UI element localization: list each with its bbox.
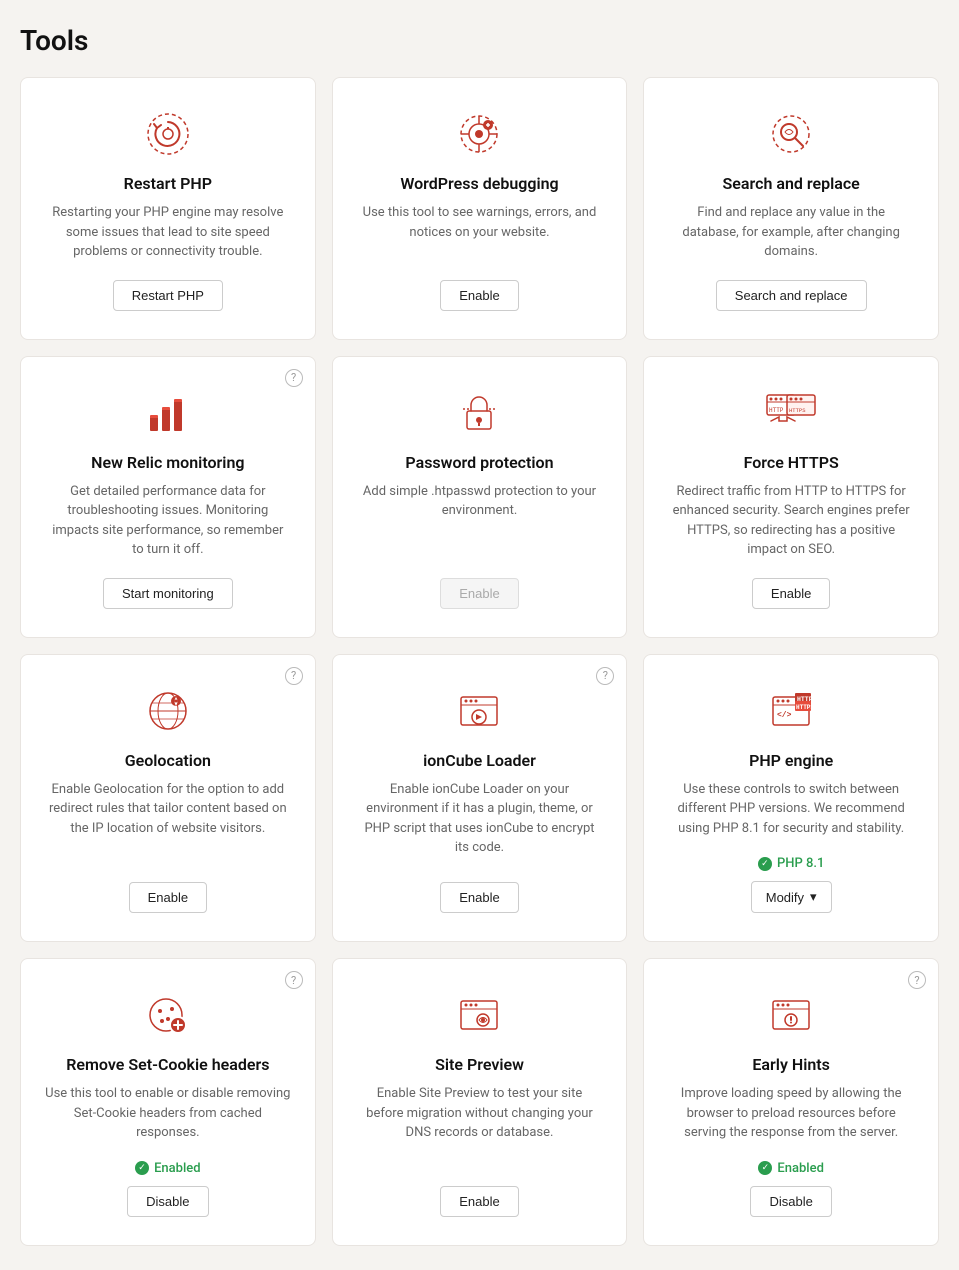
card-password-protection: Password protection Add simple .htpasswd… — [332, 356, 628, 638]
new-relic-desc: Get detailed performance data for troubl… — [45, 482, 291, 560]
ioncube-desc: Enable ionCube Loader on your environmen… — [357, 780, 603, 865]
password-protection-icon — [453, 387, 505, 439]
ioncube-title: ionCube Loader — [423, 751, 536, 770]
force-https-title: Force HTTPS — [744, 453, 839, 472]
svg-text:</>: </> — [777, 711, 792, 720]
early-hints-status-dot — [758, 1161, 772, 1175]
geolocation-icon — [142, 685, 194, 737]
svg-text:HTTP: HTTP — [769, 407, 784, 414]
remove-cookie-button[interactable]: Disable — [127, 1186, 208, 1217]
early-hints-icon — [765, 989, 817, 1041]
remove-cookie-desc: Use this tool to enable or disable remov… — [45, 1084, 291, 1143]
password-protection-desc: Add simple .htpasswd protection to your … — [357, 482, 603, 560]
php-engine-desc: Use these controls to switch between dif… — [668, 780, 914, 839]
php-version-status: PHP 8.1 — [758, 856, 824, 871]
search-replace-desc: Find and replace any value in the databa… — [668, 203, 914, 262]
modify-button-label: Modify — [766, 890, 804, 905]
svg-text:HTTPS: HTTPS — [789, 407, 806, 414]
geolocation-info-icon[interactable]: ? — [285, 667, 303, 685]
search-replace-icon — [765, 108, 817, 160]
remove-cookie-status: Enabled — [135, 1161, 201, 1176]
force-https-icon: HTTP HTTPS — [765, 387, 817, 439]
wordpress-debugging-button[interactable]: Enable — [440, 280, 518, 311]
geolocation-title: Geolocation — [125, 751, 211, 770]
early-hints-info-icon[interactable]: ? — [908, 971, 926, 989]
chevron-down-icon: ▾ — [810, 889, 817, 905]
remove-cookie-status-label: Enabled — [154, 1161, 201, 1176]
card-restart-php: Restart PHP Restarting your PHP engine m… — [20, 77, 316, 340]
php-engine-title: PHP engine — [749, 751, 833, 770]
ioncube-info-icon[interactable]: ? — [596, 667, 614, 685]
early-hints-button[interactable]: Disable — [750, 1186, 831, 1217]
wordpress-debugging-icon — [453, 108, 505, 160]
early-hints-title: Early Hints — [752, 1055, 829, 1074]
card-php-engine: HTTP </> HTTPS PHP engine Use these cont… — [643, 654, 939, 943]
remove-cookie-icon — [142, 989, 194, 1041]
password-protection-title: Password protection — [405, 453, 553, 472]
geolocation-desc: Enable Geolocation for the option to add… — [45, 780, 291, 865]
card-early-hints: ? Early Hints Improve loading speed by a… — [643, 958, 939, 1246]
remove-cookie-title: Remove Set-Cookie headers — [66, 1055, 269, 1074]
restart-php-icon — [142, 108, 194, 160]
site-preview-icon — [453, 989, 505, 1041]
restart-php-desc: Restarting your PHP engine may resolve s… — [45, 203, 291, 262]
card-search-replace: Search and replace Find and replace any … — [643, 77, 939, 340]
new-relic-button[interactable]: Start monitoring — [103, 578, 233, 609]
search-replace-title: Search and replace — [723, 174, 860, 193]
geolocation-button[interactable]: Enable — [129, 882, 207, 913]
ioncube-loader-icon — [453, 685, 505, 737]
force-https-desc: Redirect traffic from HTTP to HTTPS for … — [668, 482, 914, 560]
card-site-preview: Site Preview Enable Site Preview to test… — [332, 958, 628, 1246]
force-https-button[interactable]: Enable — [752, 578, 830, 609]
early-hints-desc: Improve loading speed by allowing the br… — [668, 1084, 914, 1143]
wordpress-debugging-title: WordPress debugging — [400, 174, 558, 193]
restart-php-button[interactable]: Restart PHP — [113, 280, 223, 311]
password-protection-button: Enable — [440, 578, 518, 609]
new-relic-icon — [142, 387, 194, 439]
card-geolocation: ? Geolocation Enable Geolocation for the… — [20, 654, 316, 943]
php-engine-modify-button[interactable]: Modify ▾ — [751, 881, 832, 913]
php-version-label: PHP 8.1 — [777, 856, 824, 871]
remove-cookie-info-icon[interactable]: ? — [285, 971, 303, 989]
card-new-relic: ? New Relic monitoring Get detailed perf… — [20, 356, 316, 638]
early-hints-status-label: Enabled — [777, 1161, 824, 1176]
tools-grid: Restart PHP Restarting your PHP engine m… — [20, 77, 939, 1246]
remove-cookie-status-dot — [135, 1161, 149, 1175]
site-preview-button[interactable]: Enable — [440, 1186, 518, 1217]
restart-php-title: Restart PHP — [124, 174, 212, 193]
new-relic-info-icon[interactable]: ? — [285, 369, 303, 387]
php-status-dot — [758, 857, 772, 871]
page-title: Tools — [20, 24, 939, 57]
site-preview-desc: Enable Site Preview to test your site be… — [357, 1084, 603, 1168]
svg-text:HTTPS: HTTPS — [796, 704, 814, 711]
site-preview-title: Site Preview — [435, 1055, 524, 1074]
card-ioncube: ? ionCube Loader Enable ionCube Loader o… — [332, 654, 628, 943]
ioncube-button[interactable]: Enable — [440, 882, 518, 913]
card-wordpress-debugging: WordPress debugging Use this tool to see… — [332, 77, 628, 340]
search-replace-button[interactable]: Search and replace — [716, 280, 867, 311]
php-engine-icon: HTTP </> HTTPS — [765, 685, 817, 737]
card-remove-cookie: ? Remove Set-Cookie headers Use this too… — [20, 958, 316, 1246]
new-relic-title: New Relic monitoring — [91, 453, 244, 472]
wordpress-debugging-desc: Use this tool to see warnings, errors, a… — [357, 203, 603, 262]
card-force-https: HTTP HTTPS Force HTTPS Redirect traffic … — [643, 356, 939, 638]
early-hints-status: Enabled — [758, 1161, 824, 1176]
